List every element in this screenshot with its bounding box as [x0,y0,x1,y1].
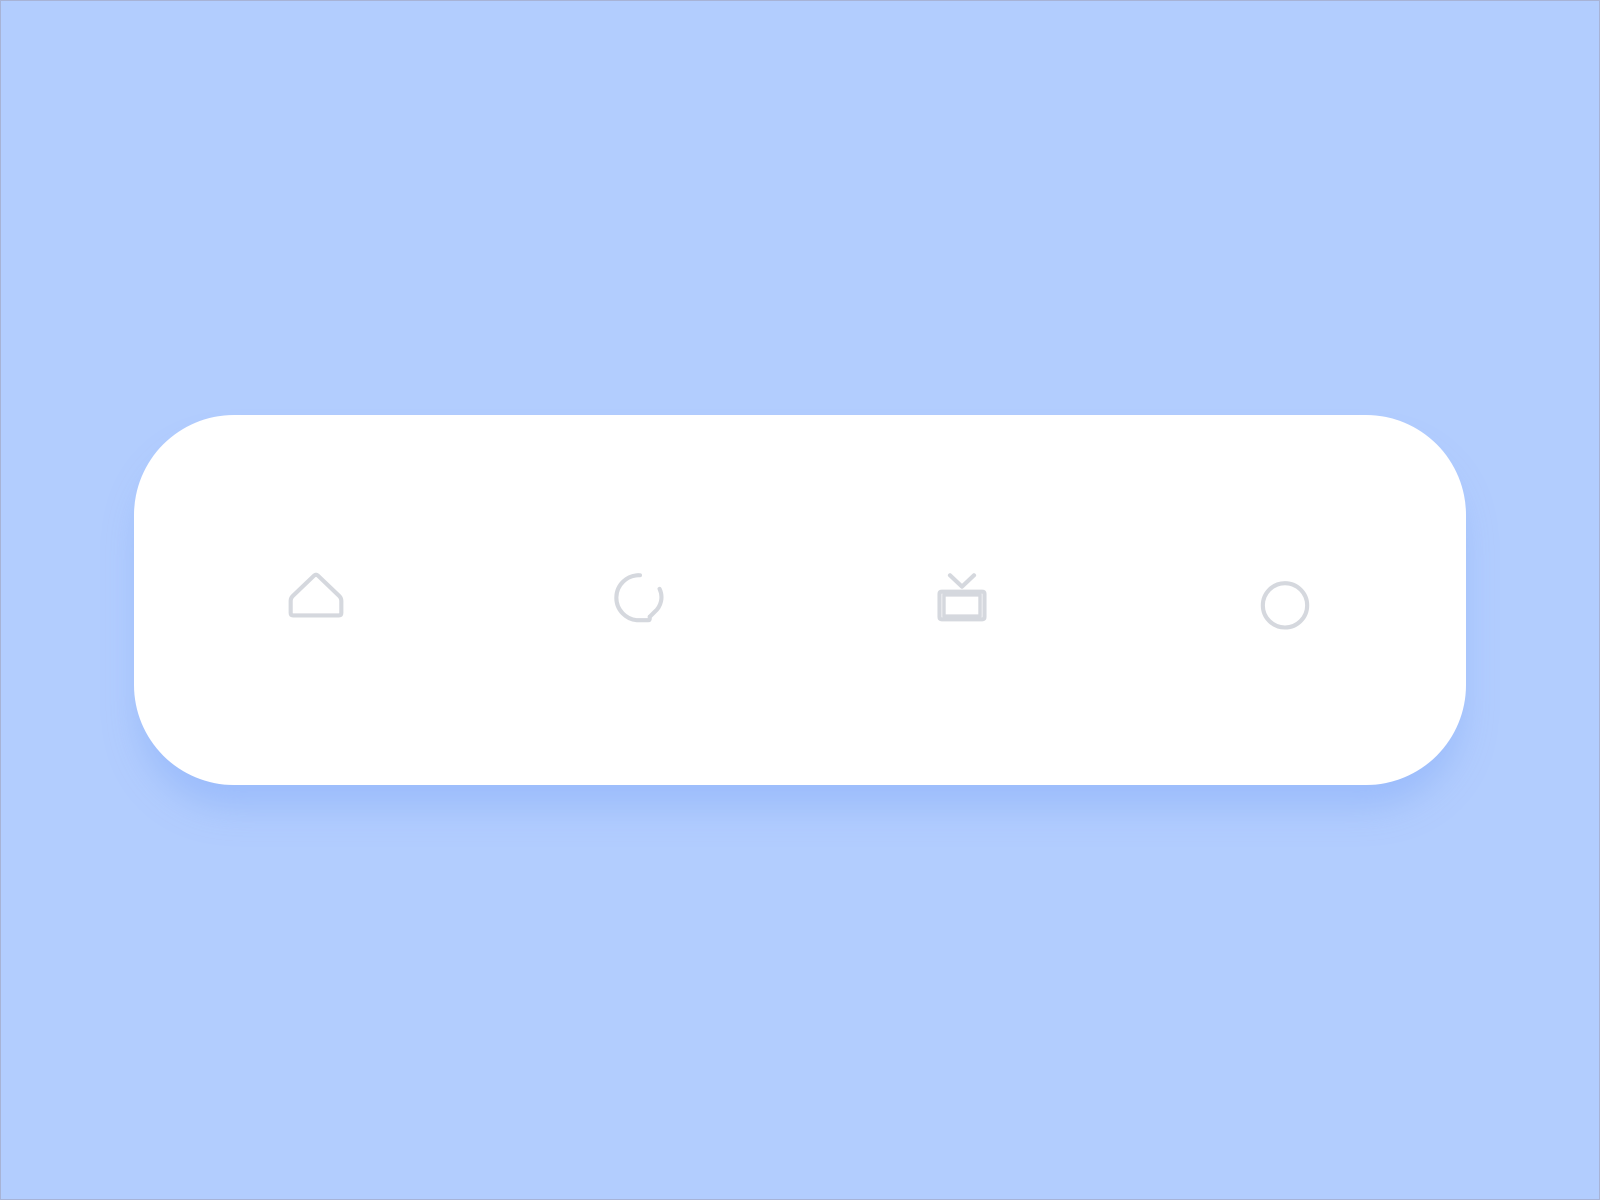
home-icon [278,561,354,640]
circle-icon [1247,561,1323,640]
refresh-icon [601,561,677,640]
tab-tv[interactable] [882,520,1042,680]
tab-bar [134,415,1466,785]
tab-home[interactable] [236,520,396,680]
tab-profile[interactable] [1205,520,1365,680]
tv-icon [924,561,1000,640]
tab-refresh[interactable] [559,520,719,680]
